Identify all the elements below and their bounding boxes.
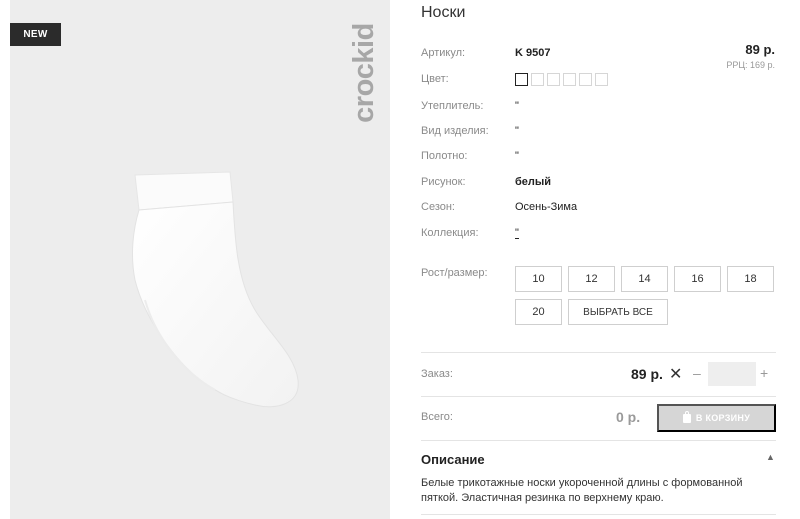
color-swatch[interactable] [515, 73, 528, 86]
attr-value-collection[interactable]: " [515, 227, 519, 239]
total-value: 0 р. [616, 409, 641, 425]
add-to-cart-button[interactable]: В КОРЗИНУ [657, 404, 776, 432]
attr-label-season: Сезон: [421, 201, 455, 213]
recommended-price: РРЦ: 169 р. [726, 60, 775, 70]
multiply-icon: ✕ [669, 366, 683, 383]
size-option-12[interactable]: 12 [568, 266, 615, 292]
attr-value-season: Осень-Зима [515, 201, 578, 213]
increase-quantity-button[interactable]: + [760, 365, 768, 381]
product-image-sock [131, 171, 299, 408]
attr-label-article: Артикул: [421, 47, 466, 59]
total-label: Всего: [421, 411, 453, 423]
product-title: Носки [421, 4, 466, 21]
description-text: Белые трикотажные носки укороченной длин… [421, 477, 743, 504]
quantity-input[interactable] [708, 362, 756, 386]
attr-value-product-type: " [515, 125, 519, 137]
product-price: 89 р. [745, 42, 775, 57]
attr-label-product-type: Вид изделия: [421, 125, 489, 137]
size-option-10[interactable]: 10 [515, 266, 562, 292]
attr-label-collection: Коллекция: [421, 227, 479, 239]
attr-value-article: K 9507 [515, 47, 551, 59]
decrease-quantity-button[interactable]: – [693, 365, 701, 381]
brand-watermark: crockid [347, 23, 380, 123]
attr-label-color: Цвет: [421, 73, 449, 85]
color-swatch[interactable] [579, 73, 592, 86]
order-unit-price: 89 р. [631, 366, 663, 382]
new-badge: NEW [10, 23, 61, 46]
color-swatch[interactable] [531, 73, 544, 86]
attr-value-pattern: белый [515, 176, 552, 188]
color-swatch[interactable] [563, 73, 576, 86]
divider [421, 440, 776, 441]
size-option-20[interactable]: 20 [515, 299, 562, 325]
divider [421, 514, 776, 515]
color-swatch[interactable] [547, 73, 560, 86]
sizes-label: Рост/размер: [421, 267, 488, 279]
color-swatch[interactable] [595, 73, 608, 86]
attr-label-pattern: Рисунок: [421, 176, 466, 188]
collapse-caret-icon[interactable]: ▲ [766, 452, 775, 462]
add-to-cart-label: В КОРЗИНУ [695, 413, 751, 423]
divider [421, 352, 776, 353]
size-option-14[interactable]: 14 [621, 266, 668, 292]
attr-label-fabric: Полотно: [421, 150, 468, 162]
size-option-18[interactable]: 18 [727, 266, 774, 292]
attr-label-insulation: Утеплитель: [421, 100, 484, 112]
attr-value-fabric: " [515, 150, 519, 162]
order-label: Заказ: [421, 368, 453, 380]
collection-link[interactable]: " [515, 228, 519, 239]
size-option-16[interactable]: 16 [674, 266, 721, 292]
attr-value-insulation: " [515, 100, 519, 112]
product-image-panel[interactable]: NEW crockid [10, 0, 390, 519]
description-title[interactable]: Описание [421, 452, 485, 467]
select-all-sizes-button[interactable]: ВЫБРАТЬ ВСЕ [568, 299, 668, 325]
shopping-bag-icon [682, 410, 691, 423]
divider [421, 396, 776, 397]
color-swatches [515, 73, 608, 86]
